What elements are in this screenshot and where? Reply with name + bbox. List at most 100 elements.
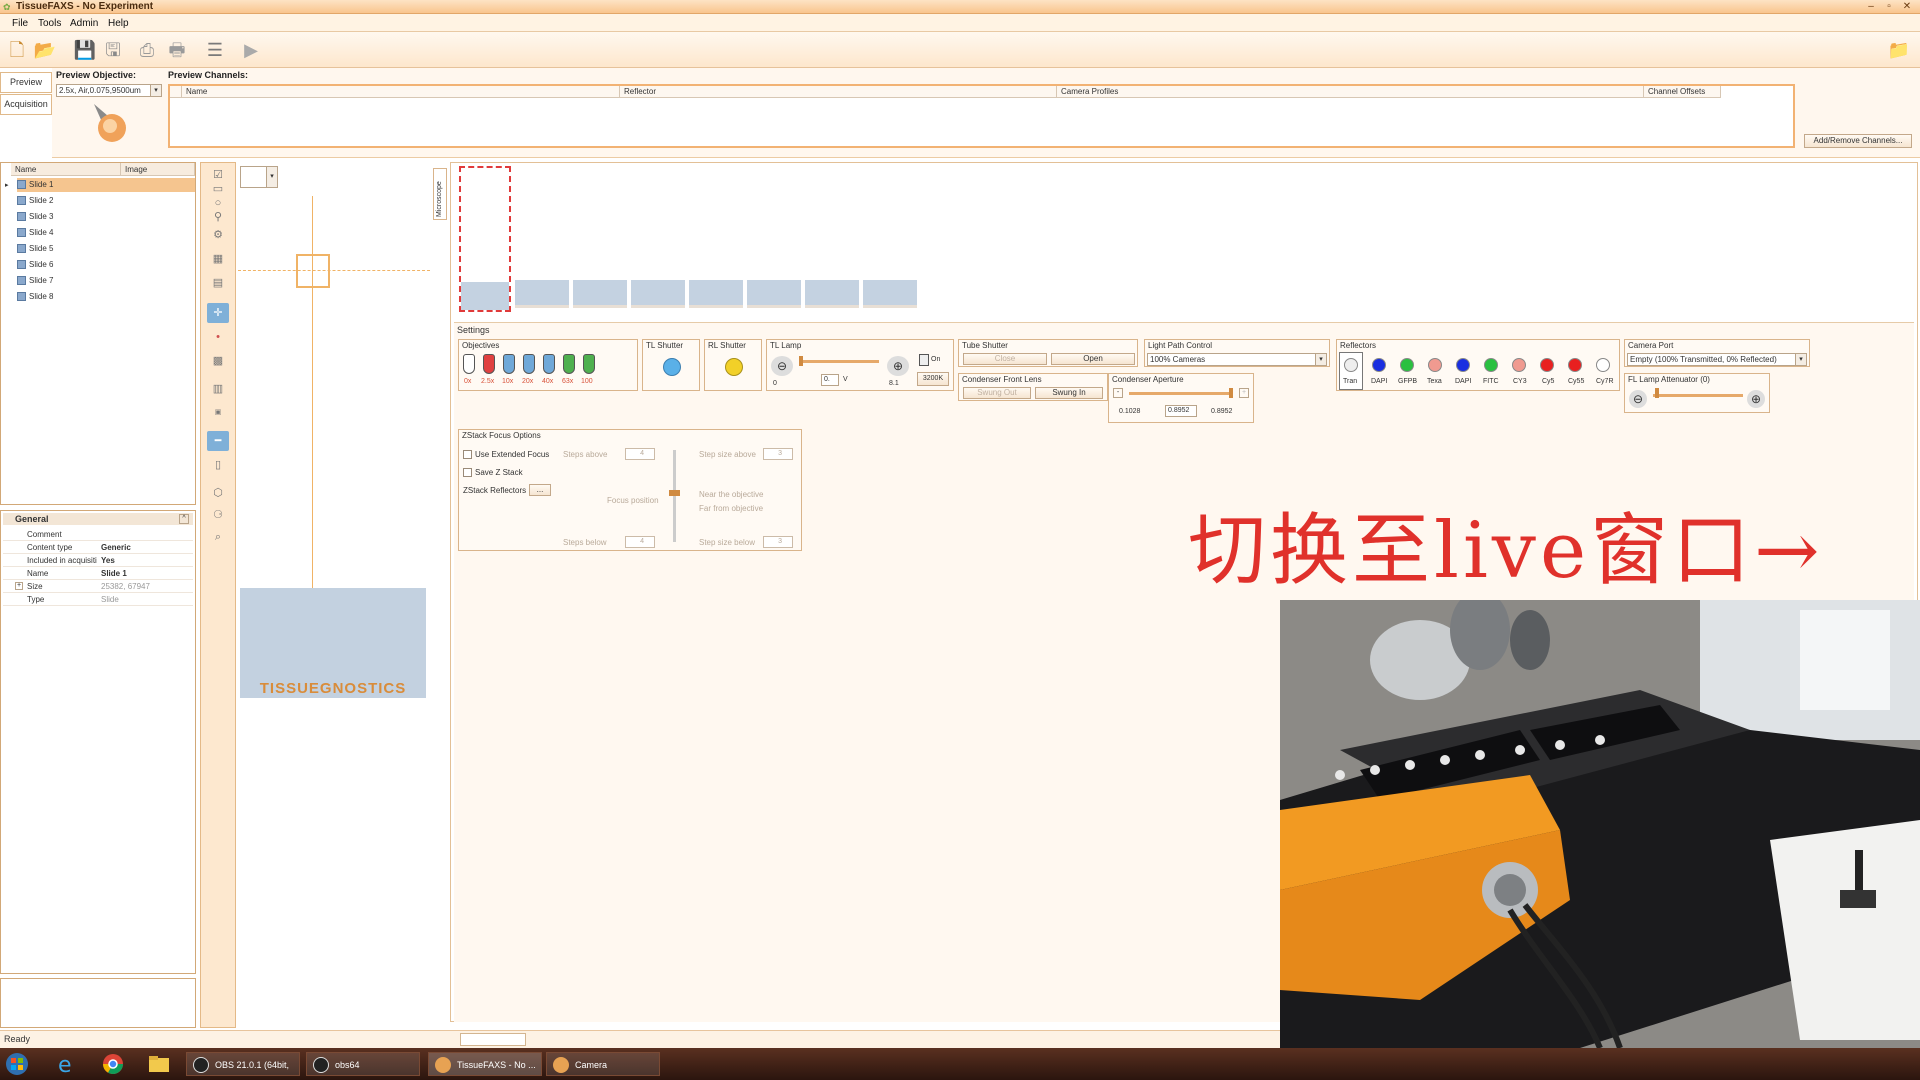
plus-icon[interactable]: ⊕: [1747, 390, 1765, 408]
preview-objective-select[interactable]: 2.5x, Air,0.075,9500um ▾: [56, 84, 162, 97]
column-name[interactable]: Name: [182, 86, 620, 98]
objective-40x-icon[interactable]: [543, 354, 555, 374]
step-size-above-field[interactable]: 3: [763, 448, 793, 460]
color-temp-button[interactable]: 3200K: [917, 372, 949, 386]
ruler-tool-icon[interactable]: ▥: [207, 379, 229, 399]
tree-item-slide[interactable]: Slide 5: [17, 242, 195, 256]
slide-slot[interactable]: [515, 280, 569, 308]
tree-column-name[interactable]: Name: [11, 163, 121, 176]
close-button[interactable]: ✕: [1898, 1, 1916, 12]
new-experiment-icon[interactable]: 🗋: [4, 37, 30, 63]
taskbar-item-obs64[interactable]: obs64: [306, 1052, 420, 1076]
slider-handle[interactable]: [799, 356, 803, 366]
menu-admin[interactable]: Admin: [70, 18, 98, 29]
tab-acquisition[interactable]: Acquisition: [0, 94, 52, 115]
slide-slot[interactable]: [805, 280, 859, 308]
menu-help[interactable]: Help: [108, 18, 129, 29]
slide-slot-selected[interactable]: [459, 166, 511, 312]
reflector-cy7r-icon[interactable]: [1596, 358, 1610, 372]
slider-handle[interactable]: [1229, 388, 1233, 398]
slider-handle[interactable]: [1655, 388, 1659, 398]
reflector-dapi-icon[interactable]: [1372, 358, 1386, 372]
taskbar-item-tissuefaxs[interactable]: TissueFAXS - No ...: [428, 1052, 542, 1076]
save-as-icon[interactable]: 🖫: [100, 37, 126, 63]
open-folder-icon[interactable]: 📂: [32, 37, 58, 63]
objective-10x-icon[interactable]: [503, 354, 515, 374]
print-icon[interactable]: 🖶: [164, 37, 190, 63]
light-path-select[interactable]: 100% Cameras ▾: [1147, 353, 1327, 366]
zstack-slider[interactable]: [673, 450, 676, 542]
menu-tools[interactable]: Tools: [38, 18, 61, 29]
grid-tool-icon[interactable]: ▦: [207, 249, 229, 269]
minimize-button[interactable]: –: [1862, 1, 1880, 12]
zoom-tool-icon[interactable]: ⌕: [207, 527, 229, 547]
plus-icon[interactable]: ⊕: [887, 356, 909, 376]
reflector-dapi2-icon[interactable]: [1456, 358, 1470, 372]
aperture-value-field[interactable]: 0.8952: [1165, 405, 1197, 417]
texture-tool-icon[interactable]: ▩: [207, 351, 229, 371]
zstack-reflectors-button[interactable]: ...: [529, 484, 551, 496]
reflector-cy3-icon[interactable]: [1512, 358, 1526, 372]
steps-above-field[interactable]: 4: [625, 448, 655, 460]
increase-icon[interactable]: +: [1239, 388, 1249, 398]
objective-63x-icon[interactable]: [563, 354, 575, 374]
menu-file[interactable]: File: [12, 18, 28, 29]
slide-slot[interactable]: [631, 280, 685, 308]
pin-tool-icon[interactable]: ⚲: [207, 207, 229, 227]
collapse-icon[interactable]: ^: [179, 514, 189, 524]
properties-section-general[interactable]: General: [3, 513, 193, 525]
expand-plus-icon[interactable]: +: [15, 582, 23, 590]
tree-item-slide[interactable]: Slide 3: [17, 210, 195, 224]
save-icon[interactable]: 💾: [72, 37, 98, 63]
save-z-stack-checkbox[interactable]: [463, 468, 472, 477]
expand-arrow-icon[interactable]: ▸: [5, 181, 9, 189]
overview-dropdown[interactable]: ▾: [240, 166, 278, 188]
decrease-icon[interactable]: -: [1113, 388, 1123, 398]
tab-microscope[interactable]: Microscope: [433, 168, 447, 220]
property-row[interactable]: Name Slide 1: [3, 567, 193, 580]
fl-lamp-slider[interactable]: [1653, 394, 1743, 397]
property-row[interactable]: Comment: [3, 528, 193, 541]
report-icon[interactable]: ☰: [202, 37, 228, 63]
tree-item-slide[interactable]: Slide 1: [17, 178, 195, 192]
objective-20x-icon[interactable]: [523, 354, 535, 374]
reflector-texa-icon[interactable]: [1428, 358, 1442, 372]
tree-item-slide[interactable]: Slide 2: [17, 194, 195, 208]
rl-shutter-icon[interactable]: [725, 358, 743, 376]
swung-in-button[interactable]: Swung In: [1035, 387, 1103, 399]
tree-item-slide[interactable]: Slide 6: [17, 258, 195, 272]
property-row[interactable]: + Size 25382, 67947: [3, 580, 193, 593]
slide-slot[interactable]: [863, 280, 917, 308]
polygon-tool-icon[interactable]: ⬡: [207, 483, 229, 503]
objective-2-5x-icon[interactable]: [483, 354, 495, 374]
internet-explorer-icon[interactable]: e: [54, 1052, 80, 1078]
reflector-fitc-icon[interactable]: [1484, 358, 1498, 372]
file-explorer-icon[interactable]: [146, 1052, 172, 1076]
stack-tool-icon[interactable]: ▤: [207, 273, 229, 293]
tube-open-button[interactable]: Open: [1051, 353, 1135, 365]
tree-item-slide[interactable]: Slide 4: [17, 226, 195, 240]
column-camera-profiles[interactable]: Camera Profiles: [1057, 86, 1644, 98]
camera-port-select[interactable]: Empty (100% Transmitted, 0% Reflected) ▾: [1627, 353, 1807, 366]
slide-slot[interactable]: [747, 280, 801, 308]
g-tool-icon[interactable]: ⚆: [207, 505, 229, 525]
property-row[interactable]: Included in acquisiti Yes: [3, 554, 193, 567]
slider-handle[interactable]: [669, 490, 680, 496]
folder-icon[interactable]: 📁: [1886, 37, 1912, 63]
taskbar-item-camera[interactable]: Camera: [546, 1052, 660, 1076]
print-preview-icon[interactable]: ⎙: [134, 37, 160, 63]
start-button[interactable]: [4, 1052, 30, 1076]
add-remove-channels-button[interactable]: Add/Remove Channels...: [1804, 134, 1912, 148]
step-size-below-field[interactable]: 3: [763, 536, 793, 548]
chrome-icon[interactable]: [100, 1052, 126, 1076]
minus-icon[interactable]: ⊖: [771, 356, 793, 376]
column-reflector[interactable]: Reflector: [620, 86, 1057, 98]
navigate-tool-icon[interactable]: ✛: [207, 303, 229, 323]
field-of-view-box[interactable]: [296, 254, 330, 288]
aperture-slider[interactable]: [1129, 392, 1233, 395]
marker-tool-icon[interactable]: •: [207, 327, 229, 347]
lamp-on-icon[interactable]: [919, 354, 929, 366]
minus-icon[interactable]: ⊖: [1629, 390, 1647, 408]
tree-item-slide[interactable]: Slide 7: [17, 274, 195, 288]
tube-close-button[interactable]: Close: [963, 353, 1047, 365]
